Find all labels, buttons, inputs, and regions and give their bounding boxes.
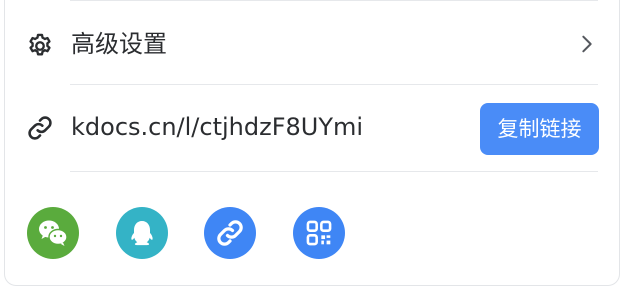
advanced-settings-row[interactable]: 高级设置 <box>0 16 635 72</box>
share-link-url[interactable]: kdocs.cn/l/ctjhdzF8UYmi <box>71 113 363 141</box>
divider-middle <box>70 84 598 85</box>
share-qrcode-button[interactable] <box>293 207 345 259</box>
copy-link-button[interactable]: 复制链接 <box>480 103 599 155</box>
link-icon <box>28 116 52 140</box>
qrcode-icon <box>306 220 332 246</box>
share-wechat-button[interactable] <box>27 207 79 259</box>
divider-bottom <box>70 171 598 172</box>
wechat-icon <box>39 220 68 246</box>
share-qq-button[interactable] <box>116 207 168 259</box>
advanced-settings-label: 高级设置 <box>71 30 167 58</box>
share-link-button[interactable] <box>204 207 256 259</box>
gear-icon <box>29 33 51 56</box>
qq-penguin-icon <box>131 221 153 246</box>
link-icon <box>217 220 243 246</box>
chevron-right-icon <box>582 35 592 53</box>
divider-top <box>70 0 598 1</box>
